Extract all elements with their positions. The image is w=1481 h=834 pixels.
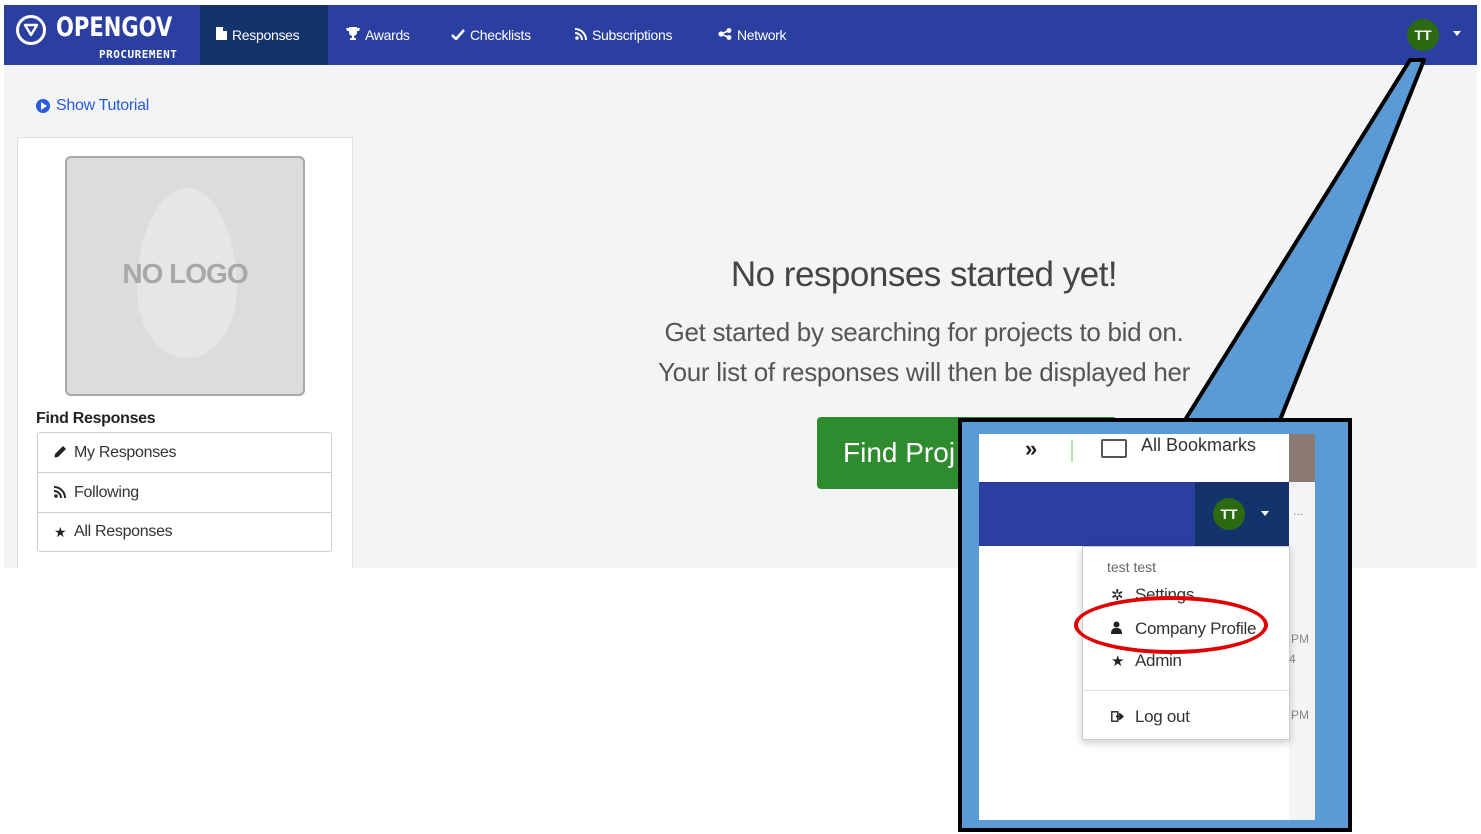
menu-item-log-out[interactable]: Log out xyxy=(1111,707,1190,727)
more-icon: ... xyxy=(1293,504,1304,518)
star-icon: ★ xyxy=(1111,653,1125,670)
page: OPENGOV PROCUREMENT Responses Awards Che… xyxy=(0,0,1481,834)
zoom-page-edge: ... PM 4 PM xyxy=(1289,482,1315,820)
user-avatar[interactable]: TT xyxy=(1213,498,1245,530)
chevron-down-icon[interactable] xyxy=(1261,511,1269,516)
all-bookmarks-label[interactable]: All Bookmarks xyxy=(1141,435,1256,456)
menu-item-label: Log out xyxy=(1135,707,1190,726)
side-text-fragment: PM xyxy=(1291,708,1309,722)
bookmarks-bar: » All Bookmarks xyxy=(979,434,1315,482)
highlight-circle xyxy=(1074,596,1268,654)
side-text-fragment: PM xyxy=(1291,632,1309,646)
menu-divider xyxy=(1083,690,1289,691)
zoom-user-menu-toggle[interactable]: TT xyxy=(1195,482,1289,546)
side-text-fragment: 4 xyxy=(1289,652,1296,666)
menu-item-label: Admin xyxy=(1135,651,1182,670)
browser-background-fragment xyxy=(1289,434,1315,482)
logout-icon xyxy=(1111,709,1135,726)
menu-item-admin[interactable]: ★ Admin xyxy=(1111,651,1182,671)
menu-user-name: test test xyxy=(1107,559,1157,575)
folder-icon xyxy=(1101,439,1127,458)
bookmarks-overflow-icon[interactable]: » xyxy=(1025,436,1037,462)
bookmarks-divider xyxy=(1071,440,1073,462)
